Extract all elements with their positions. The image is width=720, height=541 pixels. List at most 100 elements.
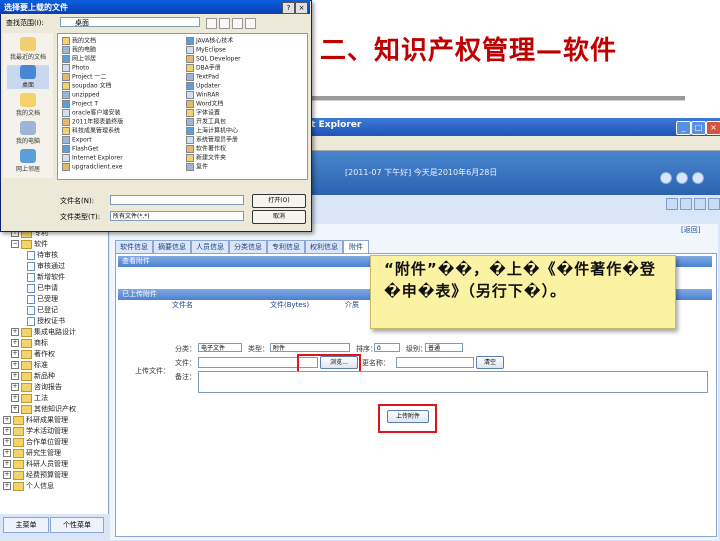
tab-people[interactable]: 人员信息 bbox=[191, 240, 229, 254]
tree-item[interactable]: + 科研成果管理 bbox=[3, 415, 68, 425]
new-folder-icon[interactable] bbox=[232, 18, 243, 29]
expand-icon[interactable]: + bbox=[11, 405, 19, 413]
type-select[interactable]: 电子文件 bbox=[198, 343, 242, 352]
file-item[interactable]: FlashGet bbox=[62, 145, 180, 153]
up-folder-icon[interactable] bbox=[219, 18, 230, 29]
file-item[interactable]: soupdao 文档 bbox=[62, 82, 180, 90]
expand-icon[interactable]: + bbox=[11, 339, 19, 347]
tree-item[interactable]: 已登记 bbox=[27, 305, 58, 315]
expand-icon[interactable]: + bbox=[3, 482, 11, 490]
filetype-select[interactable]: 所有文件(*.*) bbox=[110, 211, 244, 221]
tree-item[interactable]: 新增软件 bbox=[27, 272, 65, 282]
file-item[interactable]: Project 一二 bbox=[62, 73, 180, 81]
tab-abstract[interactable]: 摘要信息 bbox=[153, 240, 191, 254]
expand-icon[interactable]: + bbox=[3, 460, 11, 468]
file-item[interactable]: Updater bbox=[186, 82, 304, 90]
rename-input[interactable] bbox=[396, 357, 474, 368]
help-icon[interactable] bbox=[660, 172, 672, 184]
place-computer[interactable]: 我的电脑 bbox=[7, 121, 49, 145]
minimize-icon[interactable]: _ bbox=[676, 121, 691, 135]
expand-icon[interactable]: + bbox=[3, 427, 11, 435]
file-item[interactable]: unzipped bbox=[62, 91, 180, 99]
tab-category[interactable]: 分类信息 bbox=[229, 240, 267, 254]
tab-personal-menu[interactable]: 个性菜单 bbox=[50, 517, 104, 533]
place-desktop[interactable]: 桌面 bbox=[7, 65, 49, 89]
back-icon[interactable] bbox=[666, 198, 678, 210]
expand-icon[interactable]: + bbox=[11, 350, 19, 358]
back-icon[interactable] bbox=[206, 18, 217, 29]
file-item[interactable]: upgradclient.exe bbox=[62, 163, 180, 171]
refresh-icon[interactable] bbox=[694, 198, 706, 210]
collapse-icon[interactable]: − bbox=[11, 240, 19, 248]
expand-icon[interactable]: + bbox=[3, 438, 11, 446]
dialog-help-icon[interactable]: ? bbox=[282, 2, 295, 14]
file-item[interactable]: 字体设置 bbox=[186, 109, 304, 117]
tab-software-info[interactable]: 软件信息 bbox=[115, 240, 153, 254]
tree-item[interactable]: + 咨询报告 bbox=[11, 382, 62, 392]
file-item[interactable]: Export bbox=[62, 136, 180, 144]
clear-button[interactable]: 清空 bbox=[476, 356, 504, 369]
tree-item[interactable]: 审核通过 bbox=[27, 261, 65, 271]
tree-item[interactable]: 授权证书 bbox=[27, 316, 65, 326]
file-item[interactable]: 软件著作权 bbox=[186, 145, 304, 153]
expand-icon[interactable]: + bbox=[11, 372, 19, 380]
expand-icon[interactable]: + bbox=[3, 449, 11, 457]
file-item[interactable]: Project T bbox=[62, 100, 180, 108]
file-item[interactable]: 我的文档 bbox=[62, 37, 180, 45]
file-item[interactable]: JAVA核心技术 bbox=[186, 37, 304, 45]
tree-item[interactable]: + 研究生管理 bbox=[3, 448, 61, 458]
file-item[interactable]: 2011年报表最终版 bbox=[62, 118, 180, 126]
tab-main-menu[interactable]: 主菜单 bbox=[3, 517, 49, 533]
file-item[interactable]: 系统管理员手册 bbox=[186, 136, 304, 144]
file-item[interactable]: oracle客户端安装 bbox=[62, 109, 180, 117]
tree-item[interactable]: − 软件 bbox=[11, 239, 48, 249]
tree-item[interactable]: + 著作权 bbox=[11, 349, 55, 359]
open-button[interactable]: 打开(O) bbox=[252, 194, 306, 208]
expand-icon[interactable]: + bbox=[11, 394, 19, 402]
tree-item[interactable]: + 商标 bbox=[11, 338, 48, 348]
dialog-close-icon[interactable]: × bbox=[295, 2, 308, 14]
place-documents[interactable]: 我的文档 bbox=[7, 93, 49, 117]
close-icon[interactable]: × bbox=[706, 121, 720, 135]
level-select[interactable]: 普通 bbox=[425, 343, 463, 352]
tree-item[interactable]: 已受理 bbox=[27, 294, 58, 304]
tree-item[interactable]: + 集成电路设计 bbox=[11, 327, 76, 337]
file-item[interactable]: 复件 bbox=[186, 163, 304, 171]
expand-icon[interactable]: + bbox=[3, 416, 11, 424]
place-network[interactable]: 网上邻居 bbox=[7, 149, 49, 173]
tree-item[interactable]: + 标准 bbox=[11, 360, 48, 370]
tab-patent[interactable]: 专利信息 bbox=[267, 240, 305, 254]
remark-input[interactable] bbox=[198, 371, 708, 393]
tree-item[interactable]: 待审核 bbox=[27, 250, 58, 260]
tree-item[interactable]: 已申请 bbox=[27, 283, 58, 293]
expand-icon[interactable]: + bbox=[11, 383, 19, 391]
forward-icon[interactable] bbox=[680, 198, 692, 210]
tree-item[interactable]: + 科研人员管理 bbox=[3, 459, 68, 469]
collapse-icon[interactable] bbox=[708, 198, 720, 210]
file-item[interactable]: Internet Explorer bbox=[62, 154, 180, 162]
tree-item[interactable]: + 经费预算管理 bbox=[3, 470, 68, 480]
tab-attachment[interactable]: 附件 bbox=[343, 240, 369, 254]
file-item[interactable]: 我的电脑 bbox=[62, 46, 180, 54]
file-item[interactable]: 科技成果管理系统 bbox=[62, 127, 180, 135]
file-item[interactable]: 新建文件夹 bbox=[186, 154, 304, 162]
tree-item[interactable]: + 学术活动管理 bbox=[3, 426, 68, 436]
file-item[interactable]: 网上邻居 bbox=[62, 55, 180, 63]
cancel-button[interactable]: 取消 bbox=[252, 210, 306, 224]
file-item[interactable]: Word文档 bbox=[186, 100, 304, 108]
file-item[interactable]: WinRAR bbox=[186, 91, 304, 99]
maximize-icon[interactable]: □ bbox=[691, 121, 706, 135]
order-input[interactable]: 0 bbox=[374, 343, 400, 352]
expand-icon[interactable]: + bbox=[11, 361, 19, 369]
file-item[interactable]: 开发工具包 bbox=[186, 118, 304, 126]
tree-item[interactable]: + 新品种 bbox=[11, 371, 55, 381]
return-link[interactable]: [返回] bbox=[681, 225, 716, 235]
tab-rights[interactable]: 权利信息 bbox=[305, 240, 343, 254]
kind-select[interactable]: 附件 bbox=[270, 343, 350, 352]
file-item[interactable]: SQL Developer bbox=[186, 55, 304, 63]
file-item[interactable]: 上海计算机中心 bbox=[186, 127, 304, 135]
logout-icon[interactable] bbox=[692, 172, 704, 184]
place-recent[interactable]: 我最近的文档 bbox=[7, 37, 49, 61]
file-item[interactable]: MyEclipse bbox=[186, 46, 304, 54]
tree-item[interactable]: + 其他知识产权 bbox=[11, 404, 76, 414]
